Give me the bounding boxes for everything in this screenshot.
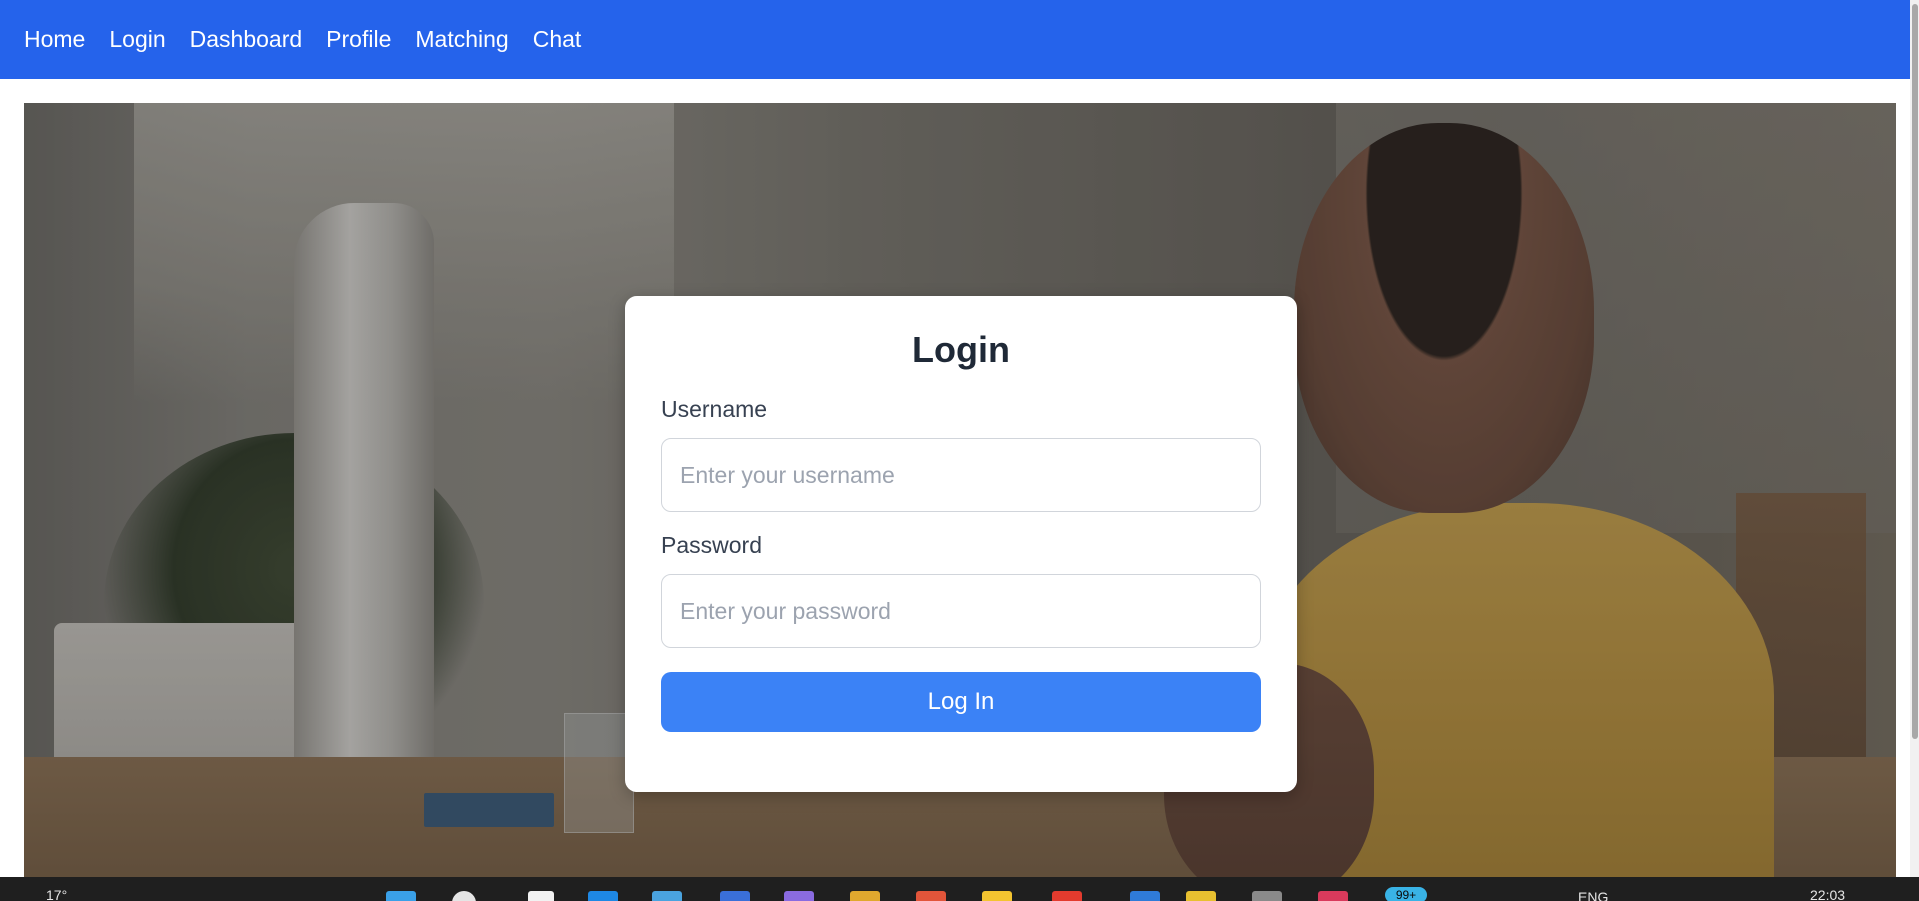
vscode-icon[interactable] xyxy=(720,891,750,901)
chrome-icon[interactable] xyxy=(1186,891,1216,901)
language-indicator[interactable]: ENG xyxy=(1578,889,1608,901)
system-clock[interactable]: 22:03 xyxy=(1810,887,1845,901)
login-card: Login Username Password Log In xyxy=(625,296,1297,792)
weather-widget[interactable]: 17° xyxy=(46,887,67,901)
password-input[interactable] xyxy=(661,574,1261,648)
password-label: Password xyxy=(661,532,762,558)
nav-link-profile[interactable]: Profile xyxy=(326,28,391,51)
page-scrollbar[interactable] xyxy=(1910,0,1919,877)
store-icon[interactable] xyxy=(652,891,682,901)
search-icon[interactable] xyxy=(452,891,476,901)
nav-link-login[interactable]: Login xyxy=(109,28,165,51)
username-label: Username xyxy=(661,396,768,422)
nav-link-chat[interactable]: Chat xyxy=(533,28,582,51)
task-view-icon[interactable] xyxy=(528,891,554,901)
edge-icon[interactable] xyxy=(588,891,618,901)
top-navbar: Home Login Dashboard Profile Matching Ch… xyxy=(0,0,1913,79)
settings-icon[interactable] xyxy=(1252,891,1282,901)
login-button[interactable]: Log In xyxy=(661,672,1261,732)
username-input[interactable] xyxy=(661,438,1261,512)
login-title: Login xyxy=(912,329,1010,370)
pinned-app-icon[interactable] xyxy=(982,891,1012,901)
nav-link-dashboard[interactable]: Dashboard xyxy=(190,28,303,51)
file-explorer-icon[interactable] xyxy=(850,891,880,901)
notification-badge: 99+ xyxy=(1385,887,1427,901)
office-icon[interactable] xyxy=(916,891,946,901)
nav-link-home[interactable]: Home xyxy=(24,28,85,51)
scrollbar-thumb[interactable] xyxy=(1912,4,1918,739)
os-taskbar: 17° 99+ ENG 22:03 xyxy=(0,877,1919,901)
chat-app-icon[interactable] xyxy=(1318,891,1348,901)
code-icon[interactable] xyxy=(1130,891,1160,901)
nav-link-matching[interactable]: Matching xyxy=(415,28,508,51)
app-icon[interactable] xyxy=(784,891,814,901)
start-icon[interactable] xyxy=(386,891,416,901)
media-icon[interactable] xyxy=(1052,891,1082,901)
